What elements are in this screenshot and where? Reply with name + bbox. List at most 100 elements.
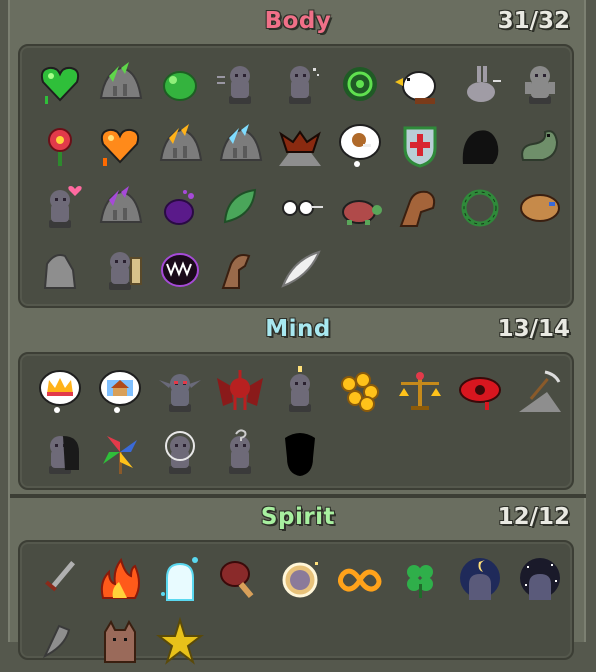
- body-item-slot[interactable]: [90, 52, 150, 114]
- body-item-slot[interactable]: [210, 52, 270, 114]
- heart-statue-icon: [49, 186, 82, 228]
- moon-ghost-icon: [460, 558, 500, 600]
- mind-item-slot[interactable]: [210, 422, 270, 484]
- green-cave-icon: [99, 62, 143, 99]
- spirit-item-slot[interactable]: [450, 548, 510, 610]
- purple-blob-icon: [164, 190, 194, 225]
- goblin-icon: [159, 374, 201, 412]
- candle-statue-icon: [289, 366, 311, 412]
- spirit-item-slot[interactable]: [270, 548, 330, 610]
- spirit-item-slot[interactable]: [90, 548, 150, 610]
- white-feather-icon: [281, 250, 321, 288]
- arm-muscle-icon: [399, 190, 436, 227]
- body-item-slot[interactable]: [210, 114, 270, 176]
- section-count-spirit: 12/12: [497, 504, 570, 530]
- body-item-slot[interactable]: [450, 52, 510, 114]
- body-item-slot[interactable]: [210, 238, 270, 300]
- body-item-slot[interactable]: [150, 238, 210, 300]
- rabbit-icon: [467, 66, 501, 102]
- body-item-slot[interactable]: [150, 114, 210, 176]
- mind-item-slot[interactable]: [90, 360, 150, 422]
- gold-star-icon: [156, 616, 204, 665]
- mind-item-slot[interactable]: [210, 360, 270, 422]
- body-item-slot[interactable]: [30, 52, 90, 114]
- body-item-slot[interactable]: [330, 176, 390, 238]
- body-item-slot[interactable]: [30, 114, 90, 176]
- shadow-statue-icon: [49, 436, 79, 474]
- mind-item-slot[interactable]: [450, 360, 510, 422]
- body-item-slot[interactable]: [210, 176, 270, 238]
- section-count-body: 31/32: [497, 8, 570, 34]
- mind-item-slot[interactable]: [150, 422, 210, 484]
- sun-face-icon: [282, 562, 318, 598]
- spirit-item-slot[interactable]: [150, 548, 210, 610]
- turtle-icon: [342, 200, 382, 225]
- spirit-item-slot[interactable]: [150, 610, 210, 672]
- body-item-slot[interactable]: [90, 114, 150, 176]
- spirit-item-slot[interactable]: [30, 610, 90, 672]
- body-item-slot[interactable]: [330, 52, 390, 114]
- body-item-slot[interactable]: [390, 52, 450, 114]
- body-panel: [18, 44, 574, 308]
- spirit-item-slot[interactable]: [390, 548, 450, 610]
- crown-thought-icon: [39, 370, 81, 413]
- mind-item-slot[interactable]: [330, 360, 390, 422]
- green-leaf-icon: [223, 188, 257, 224]
- blue-cave-icon: [219, 124, 263, 161]
- gold-coins-icon: [341, 372, 379, 412]
- body-item-slot[interactable]: [270, 238, 330, 300]
- body-item-slot[interactable]: [270, 114, 330, 176]
- house-thought-icon: [99, 370, 141, 413]
- mind-item-slot[interactable]: [510, 360, 570, 422]
- red-flower-icon: [48, 128, 72, 166]
- red-eye-icon: [459, 377, 501, 410]
- body-item-slot[interactable]: [150, 52, 210, 114]
- section-divider: [10, 494, 586, 498]
- spirit-item-slot[interactable]: [210, 548, 270, 610]
- mind-item-slot[interactable]: [90, 422, 150, 484]
- mind-item-slot[interactable]: [30, 422, 90, 484]
- green-fruit-icon: [163, 71, 197, 101]
- shield-cross-icon: [403, 126, 437, 168]
- spirit-panel: [18, 540, 574, 665]
- body-item-slot[interactable]: [390, 114, 450, 176]
- orange-cave-icon: [159, 124, 203, 161]
- eagle-icon: [395, 71, 436, 104]
- body-item-slot[interactable]: [450, 114, 510, 176]
- body-item-slot[interactable]: [30, 176, 90, 238]
- body-item-slot[interactable]: [510, 176, 570, 238]
- body-item-slot[interactable]: [510, 114, 570, 176]
- sparkle-statue-icon: [289, 66, 319, 104]
- body-item-slot[interactable]: [150, 176, 210, 238]
- body-item-slot[interactable]: [30, 238, 90, 300]
- mind-item-slot[interactable]: [150, 360, 210, 422]
- shadow-creature-icon: [462, 130, 499, 164]
- mind-item-slot[interactable]: [390, 360, 450, 422]
- sword-icon: [45, 560, 76, 592]
- body-item-slot[interactable]: [270, 176, 330, 238]
- red-demon-icon: [217, 370, 263, 410]
- body-item-slot[interactable]: [450, 176, 510, 238]
- spirit-item-slot[interactable]: [330, 548, 390, 610]
- fire-icon: [100, 557, 140, 599]
- spirit-item-slot[interactable]: [30, 548, 90, 610]
- brown-arm-icon: [221, 254, 251, 289]
- mind-item-slot[interactable]: [270, 422, 330, 484]
- fanged-mouth-icon: [161, 253, 199, 287]
- body-item-slot[interactable]: [510, 52, 570, 114]
- body-item-slot[interactable]: [90, 176, 150, 238]
- ice-ghost-icon: [161, 557, 198, 601]
- pinwheel-icon: [103, 436, 137, 474]
- body-item-slot[interactable]: [90, 238, 150, 300]
- body-item-slot[interactable]: [270, 52, 330, 114]
- spirit-item-slot[interactable]: [510, 548, 570, 610]
- drumstick-icon: [220, 561, 254, 599]
- orange-heart-icon: [100, 128, 140, 166]
- body-item-slot[interactable]: [330, 114, 390, 176]
- mind-panel: [18, 352, 574, 490]
- body-item-slot[interactable]: [390, 176, 450, 238]
- tan-fist-icon: [520, 194, 560, 222]
- mind-item-slot[interactable]: [270, 360, 330, 422]
- mind-item-slot[interactable]: [30, 360, 90, 422]
- spirit-item-slot[interactable]: [90, 610, 150, 672]
